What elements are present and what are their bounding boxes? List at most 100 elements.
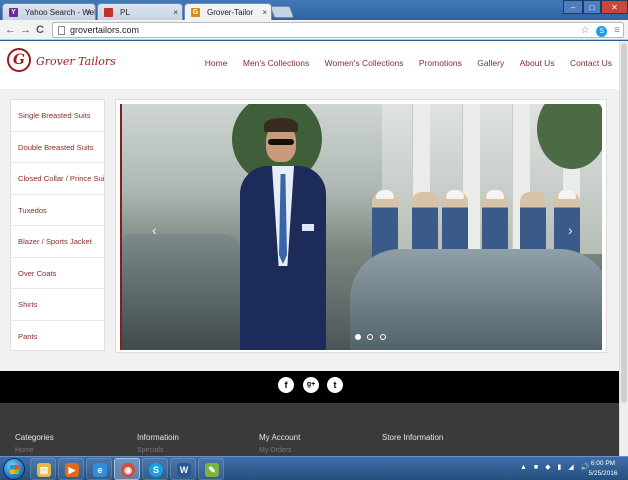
taskbar-skype[interactable]: S xyxy=(142,458,168,480)
category-over-coats[interactable]: Over Coats xyxy=(11,258,104,289)
close-window-button[interactable]: ✕ xyxy=(601,0,628,14)
tab-grover-tailor[interactable]: G Grover-Tailor × xyxy=(184,3,272,20)
footer-link[interactable]: Specials xyxy=(137,447,179,454)
footer-heading: Informatioin xyxy=(137,433,179,442)
twitter-icon[interactable]: t xyxy=(327,377,343,393)
windows-taskbar: ▤ ▶ e ◉ S W ✎ ▲ ■ ◆ ▮ ◢ 🔊 6:00 PM 5/25/2… xyxy=(0,456,628,480)
google-plus-icon[interactable]: g+ xyxy=(303,377,319,393)
reload-button[interactable]: C xyxy=(36,23,44,37)
nav-about-us[interactable]: About Us xyxy=(520,58,555,68)
taskbar-internet-explorer[interactable]: e xyxy=(86,458,112,480)
facebook-icon[interactable]: f xyxy=(278,377,294,393)
nav-womens-collections[interactable]: Women's Collections xyxy=(325,58,404,68)
skype-extension-icon[interactable]: S xyxy=(596,26,608,37)
logo-emblem[interactable]: G xyxy=(7,48,31,72)
category-pants[interactable]: Pants xyxy=(11,321,104,353)
forward-button[interactable]: → xyxy=(20,23,31,37)
nav-contact-us[interactable]: Contact Us xyxy=(570,58,612,68)
hero-slider: ‹ › xyxy=(115,99,607,353)
media-player-icon: ▶ xyxy=(65,463,79,477)
tray-signal-icon[interactable]: ◢ xyxy=(568,464,573,471)
guard-hat xyxy=(558,190,576,199)
web-page: G Grover Tailors Home Men's Collections … xyxy=(0,41,628,456)
nav-gallery[interactable]: Gallery xyxy=(477,58,504,68)
category-menu: Single Breasted Suits Double Breasted Su… xyxy=(10,99,105,351)
taskbar-chrome[interactable]: ◉ xyxy=(114,458,140,480)
yahoo-favicon-icon: Y xyxy=(9,8,18,17)
folder-icon: ▤ xyxy=(37,463,51,477)
tray-battery-icon[interactable]: ▮ xyxy=(557,464,561,471)
site-footer: Categories Home Informatioin Specials My… xyxy=(0,403,628,456)
address-bar[interactable]: grovertailors.com ☆ S ≡ xyxy=(52,22,624,38)
close-tab-icon[interactable]: × xyxy=(86,4,91,20)
guard-hat xyxy=(486,190,504,199)
category-tuxedos[interactable]: Tuxedos xyxy=(11,195,104,226)
social-bar: f g+ t xyxy=(0,371,628,403)
guard-hat xyxy=(446,190,464,199)
slider-dot-3[interactable] xyxy=(379,334,386,340)
footer-col-categories: Categories Home xyxy=(15,433,54,454)
page-icon xyxy=(58,26,65,35)
chrome-icon: ◉ xyxy=(121,463,135,477)
pl-favicon-icon xyxy=(104,8,113,17)
nav-mens-collections[interactable]: Men's Collections xyxy=(243,58,309,68)
bookmark-star-icon[interactable]: ☆ xyxy=(581,24,590,37)
url-text[interactable]: grovertailors.com xyxy=(70,25,139,36)
footer-link[interactable]: Home xyxy=(15,447,54,454)
page-scrollbar[interactable] xyxy=(619,41,628,456)
slider-dot-1[interactable] xyxy=(355,334,361,340)
tray-app-icon[interactable]: ■ xyxy=(534,464,538,471)
tab-label: PL xyxy=(120,8,130,17)
start-button[interactable] xyxy=(3,458,25,480)
footer-heading: Categories xyxy=(15,433,54,442)
close-tab-icon[interactable]: × xyxy=(173,4,178,20)
clock-time: 6:00 PM xyxy=(590,460,616,467)
tab-pl[interactable]: PL × xyxy=(97,3,183,20)
skype-icon: S xyxy=(149,463,163,477)
main-content: Single Breasted Suits Double Breasted Su… xyxy=(0,89,628,371)
footer-heading: My Account xyxy=(259,433,301,442)
taskbar-paint[interactable]: ✎ xyxy=(198,458,224,480)
tab-yahoo-search[interactable]: Y Yahoo Search - Web Search × xyxy=(2,3,96,20)
category-closed-collar-prince-suits[interactable]: Closed Collar / Prince Suits xyxy=(11,163,104,195)
nav-home[interactable]: Home xyxy=(205,58,228,68)
internet-explorer-icon: e xyxy=(93,463,107,477)
guard-hat xyxy=(376,190,394,199)
slider-dot-2[interactable] xyxy=(367,334,374,340)
system-clock[interactable]: 6:00 PM 5/25/2016 xyxy=(586,459,620,479)
logo-text[interactable]: Grover Tailors xyxy=(36,55,116,68)
category-blazer-sports-jacket[interactable]: Blazer / Sports Jacket xyxy=(11,226,104,258)
hero-image: ‹ › xyxy=(120,104,602,350)
paint-icon: ✎ xyxy=(205,463,219,477)
chrome-menu-icon[interactable]: ≡ xyxy=(614,24,620,37)
category-double-breasted-suits[interactable]: Double Breasted Suits xyxy=(11,132,104,163)
slider-prev-arrow[interactable]: ‹ xyxy=(152,222,157,238)
slider-next-arrow[interactable]: › xyxy=(568,222,573,238)
close-tab-icon[interactable]: × xyxy=(262,4,267,20)
slider-dots xyxy=(355,327,388,345)
tab-label: Grover-Tailor xyxy=(207,8,254,17)
grover-favicon-icon: G xyxy=(191,8,200,17)
taskbar-media-player[interactable]: ▶ xyxy=(58,458,84,480)
taskbar-explorer[interactable]: ▤ xyxy=(30,458,56,480)
footer-col-my-account: My Account My Orders xyxy=(259,433,300,454)
back-button[interactable]: ← xyxy=(5,23,16,37)
show-hidden-icons-icon[interactable]: ▲ xyxy=(520,464,527,471)
tray-network-icon[interactable]: ◆ xyxy=(545,464,550,471)
taskbar-word[interactable]: W xyxy=(170,458,196,480)
main-nav: Home Men's Collections Women's Collectio… xyxy=(192,58,612,68)
minimize-button[interactable]: – xyxy=(563,0,583,14)
site-header: G Grover Tailors Home Men's Collections … xyxy=(0,41,628,89)
maximize-button[interactable]: □ xyxy=(583,0,601,14)
car-left xyxy=(122,234,242,350)
scrollbar-thumb[interactable] xyxy=(621,43,627,403)
category-single-breasted-suits[interactable]: Single Breasted Suits xyxy=(11,100,104,132)
model-hair xyxy=(264,118,298,132)
word-icon: W xyxy=(177,463,191,477)
nav-promotions[interactable]: Promotions xyxy=(419,58,462,68)
footer-link[interactable]: My Orders xyxy=(259,447,300,454)
new-tab-button[interactable] xyxy=(269,6,295,18)
model-sunglasses xyxy=(268,139,294,145)
category-shirts[interactable]: Shirts xyxy=(11,289,104,321)
footer-heading: Store Information xyxy=(382,433,444,442)
